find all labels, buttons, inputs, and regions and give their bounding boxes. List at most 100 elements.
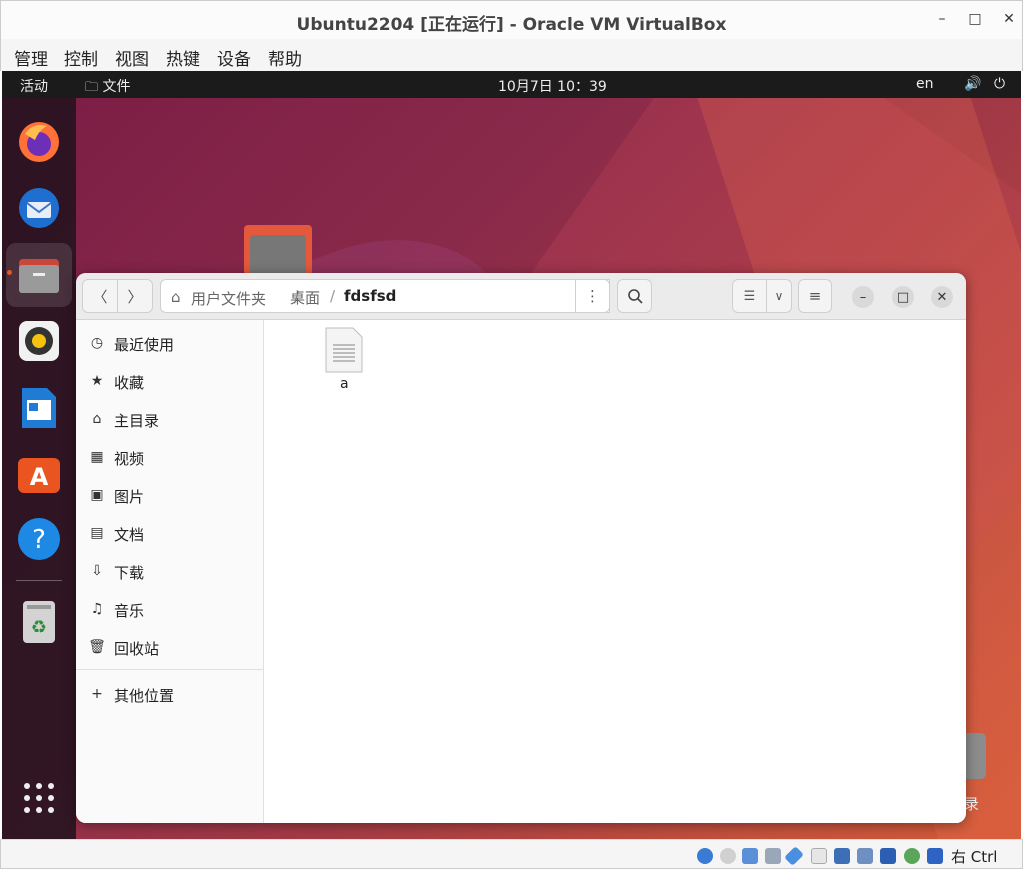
sidebar-item-label: 回收站 xyxy=(114,640,160,658)
files-window: 〈 〉 ⌂ 用户文件夹 / 桌面 / fdsfsd ⋮ ☰ ∨ ≡ – □ ✕ … xyxy=(76,273,966,823)
recording-icon[interactable] xyxy=(857,848,873,864)
path-menu-button[interactable]: ⋮ xyxy=(575,279,610,313)
close-icon: ✕ xyxy=(936,289,948,305)
mouse-integration-icon[interactable] xyxy=(904,848,920,864)
power-icon[interactable]: ⏻ xyxy=(994,76,1005,92)
view-options-button[interactable]: ∨ xyxy=(766,279,792,313)
file-name[interactable]: a xyxy=(340,376,349,392)
sidebar-item-music[interactable]: ♫ 音乐 xyxy=(76,590,264,628)
dock: A ? ♻ xyxy=(2,98,76,839)
window-maximize-button[interactable]: □ xyxy=(892,286,914,308)
search-icon xyxy=(627,289,643,304)
sidebar-item-other-locations[interactable]: + 其他位置 xyxy=(76,675,264,713)
activities-button[interactable]: 活动 xyxy=(20,76,48,96)
sidebar-item-videos[interactable]: ▦ 视频 xyxy=(76,438,264,476)
breadcrumb-current[interactable]: fdsfsd xyxy=(344,287,396,305)
kebab-icon: ⋮ xyxy=(585,287,600,305)
plus-icon: + xyxy=(91,686,103,702)
sidebar-item-home[interactable]: ⌂ 主目录 xyxy=(76,400,264,438)
desktop-folder-icon[interactable] xyxy=(244,225,312,275)
menu-help[interactable]: 帮助 xyxy=(268,45,302,70)
close-button[interactable]: ✕ xyxy=(999,11,1019,27)
rhythmbox-icon[interactable] xyxy=(14,316,64,366)
download-icon: ⇩ xyxy=(91,563,103,579)
files-content[interactable]: a xyxy=(264,320,966,823)
sidebar-item-pictures[interactable]: ▣ 图片 xyxy=(76,476,264,514)
svg-text:?: ? xyxy=(32,525,46,555)
app-menu[interactable]: 🗀 文件 xyxy=(85,76,130,100)
breadcrumb-home[interactable]: 用户文件夹 xyxy=(191,288,266,309)
home-icon: ⌂ xyxy=(92,411,102,427)
sidebar-item-starred[interactable]: ★ 收藏 xyxy=(76,362,264,400)
maximize-icon: □ xyxy=(896,289,910,305)
dock-separator xyxy=(16,580,62,581)
files-headerbar: 〈 〉 ⌂ 用户文件夹 / 桌面 / fdsfsd ⋮ ☰ ∨ ≡ – □ ✕ xyxy=(76,273,966,320)
search-button[interactable] xyxy=(617,279,652,313)
app-grid-icon[interactable] xyxy=(14,773,64,823)
trash-icon: 🗑 xyxy=(88,639,106,655)
menu-hotkeys[interactable]: 热键 xyxy=(166,45,200,70)
keyboard-capture-icon[interactable] xyxy=(927,848,943,864)
sidebar-item-documents[interactable]: ▤ 文档 xyxy=(76,514,264,552)
sidebar-item-label: 收藏 xyxy=(114,374,145,392)
software-icon[interactable]: A xyxy=(14,448,64,498)
volume-icon[interactable]: 🔊 xyxy=(964,76,981,92)
music-icon: ♫ xyxy=(90,601,104,617)
minimize-button[interactable]: – xyxy=(932,11,952,27)
sidebar-item-trash[interactable]: 🗑 回收站 xyxy=(76,628,264,666)
audio-icon[interactable] xyxy=(742,848,758,864)
text-file-icon[interactable] xyxy=(325,327,363,373)
sidebar-item-label: 主目录 xyxy=(114,412,160,430)
sidebar-item-recent[interactable]: ◷ 最近使用 xyxy=(76,324,264,362)
document-icon: ▤ xyxy=(90,525,104,541)
minimize-icon: – xyxy=(859,289,867,305)
thunderbird-icon[interactable] xyxy=(14,183,64,233)
files-sidebar: ◷ 最近使用 ★ 收藏 ⌂ 主目录 ▦ 视频 ▣ 图片 ▤ 文档 ⇩ 下载 ♫ 音乐 🗑 回收站 … xyxy=(76,320,264,823)
files-icon[interactable] xyxy=(14,250,64,300)
window-title: Ubuntu2204 [正在运行] - Oracle VM VirtualBox xyxy=(296,15,727,35)
input-method[interactable]: en xyxy=(916,76,934,92)
menubar: 管理 控制 视图 热键 设备 帮助 xyxy=(0,39,1023,71)
menu-view[interactable]: 视图 xyxy=(115,45,149,70)
list-icon: ☰ xyxy=(743,288,756,304)
libreoffice-writer-icon[interactable] xyxy=(14,383,64,433)
recent-icon: ◷ xyxy=(90,335,104,351)
firefox-icon[interactable] xyxy=(14,117,64,167)
window-minimize-button[interactable]: – xyxy=(852,286,874,308)
trash-icon[interactable]: ♻ xyxy=(14,597,64,647)
vm-screen[interactable]: 活动 🗀 文件 10月7日 10：39 en 🔊 ⏻ A ? ♻ 录 〈 〉 ⌂… xyxy=(2,71,1021,839)
forward-button[interactable]: 〉 xyxy=(117,279,153,313)
sidebar-divider xyxy=(76,669,264,670)
running-indicator xyxy=(7,270,12,275)
hard-disk-icon[interactable] xyxy=(697,848,713,864)
sidebar-item-label: 图片 xyxy=(114,488,145,506)
display-icon[interactable] xyxy=(834,848,850,864)
window-close-button[interactable]: ✕ xyxy=(931,286,953,308)
optical-drive-icon[interactable] xyxy=(720,848,736,864)
sidebar-item-label: 其他位置 xyxy=(114,687,175,705)
clock[interactable]: 10月7日 10：39 xyxy=(498,76,607,96)
chevron-down-icon: ∨ xyxy=(774,289,784,303)
list-view-button[interactable]: ☰ xyxy=(732,279,767,313)
sidebar-item-label: 视频 xyxy=(114,450,145,468)
sidebar-item-label: 文档 xyxy=(114,526,145,544)
breadcrumb-desktop[interactable]: 桌面 xyxy=(290,287,320,308)
breadcrumb-separator-2: / xyxy=(330,287,336,305)
window-titlebar: Ubuntu2204 [正在运行] - Oracle VM VirtualBox… xyxy=(0,0,1023,39)
virtualization-icon[interactable] xyxy=(880,848,896,864)
chevron-left-icon: 〈 xyxy=(92,287,108,306)
svg-text:♻: ♻ xyxy=(31,617,47,638)
shared-folders-icon[interactable] xyxy=(811,848,827,864)
menu-control[interactable]: 控制 xyxy=(64,45,98,70)
sidebar-item-downloads[interactable]: ⇩ 下载 xyxy=(76,552,264,590)
usb-icon[interactable] xyxy=(784,846,804,866)
maximize-button[interactable]: □ xyxy=(965,11,985,27)
back-button[interactable]: 〈 xyxy=(82,279,118,313)
sidebar-item-label: 音乐 xyxy=(114,602,145,620)
menu-manage[interactable]: 管理 xyxy=(14,45,48,70)
network-icon[interactable] xyxy=(765,848,781,864)
desktop-home-label: 录 xyxy=(964,795,980,813)
menu-devices[interactable]: 设备 xyxy=(217,45,251,70)
help-icon[interactable]: ? xyxy=(14,514,64,564)
main-menu-button[interactable]: ≡ xyxy=(798,279,832,313)
